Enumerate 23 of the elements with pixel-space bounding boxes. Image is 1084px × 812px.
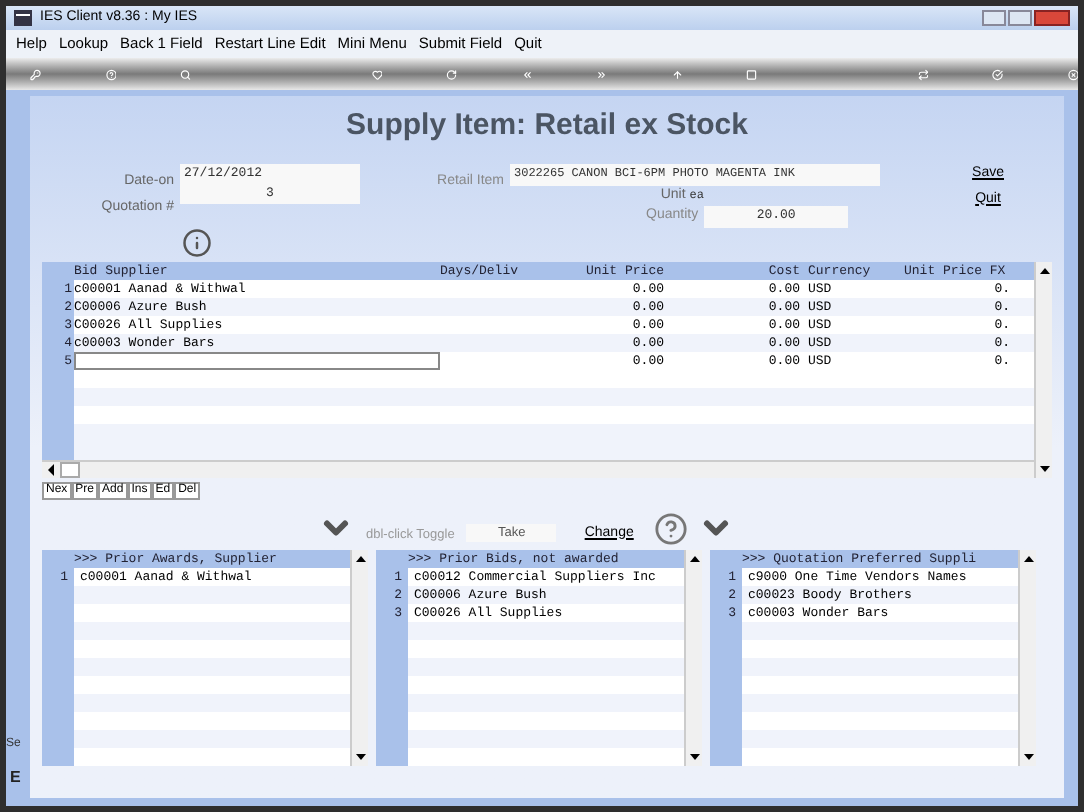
repeat-icon[interactable] bbox=[917, 65, 928, 83]
vertical-scrollbar[interactable] bbox=[1018, 550, 1036, 766]
page-title: Supply Item: Retail ex Stock bbox=[346, 105, 748, 145]
supplier-input[interactable] bbox=[74, 352, 440, 370]
vertical-scrollbar[interactable] bbox=[684, 550, 702, 766]
horizontal-scrollbar[interactable] bbox=[42, 460, 1034, 478]
search-icon[interactable] bbox=[180, 65, 191, 83]
close-icon[interactable] bbox=[1034, 10, 1070, 26]
help-icon[interactable] bbox=[653, 512, 688, 546]
scrollbar-thumb[interactable] bbox=[60, 462, 80, 478]
heart-icon[interactable] bbox=[371, 65, 382, 83]
check-icon[interactable] bbox=[992, 65, 1003, 83]
app-icon bbox=[14, 10, 32, 26]
up-arrow-icon[interactable] bbox=[671, 65, 682, 83]
side-label: E bbox=[10, 766, 21, 790]
square-icon[interactable] bbox=[746, 65, 757, 83]
maximize-icon[interactable] bbox=[1008, 10, 1032, 26]
refresh-icon[interactable] bbox=[446, 65, 457, 83]
info-icon[interactable] bbox=[182, 228, 212, 258]
vertical-scrollbar[interactable] bbox=[350, 550, 368, 766]
minimize-icon[interactable] bbox=[982, 10, 1006, 26]
key-icon[interactable] bbox=[30, 65, 41, 83]
vertical-scrollbar[interactable] bbox=[1034, 262, 1052, 478]
